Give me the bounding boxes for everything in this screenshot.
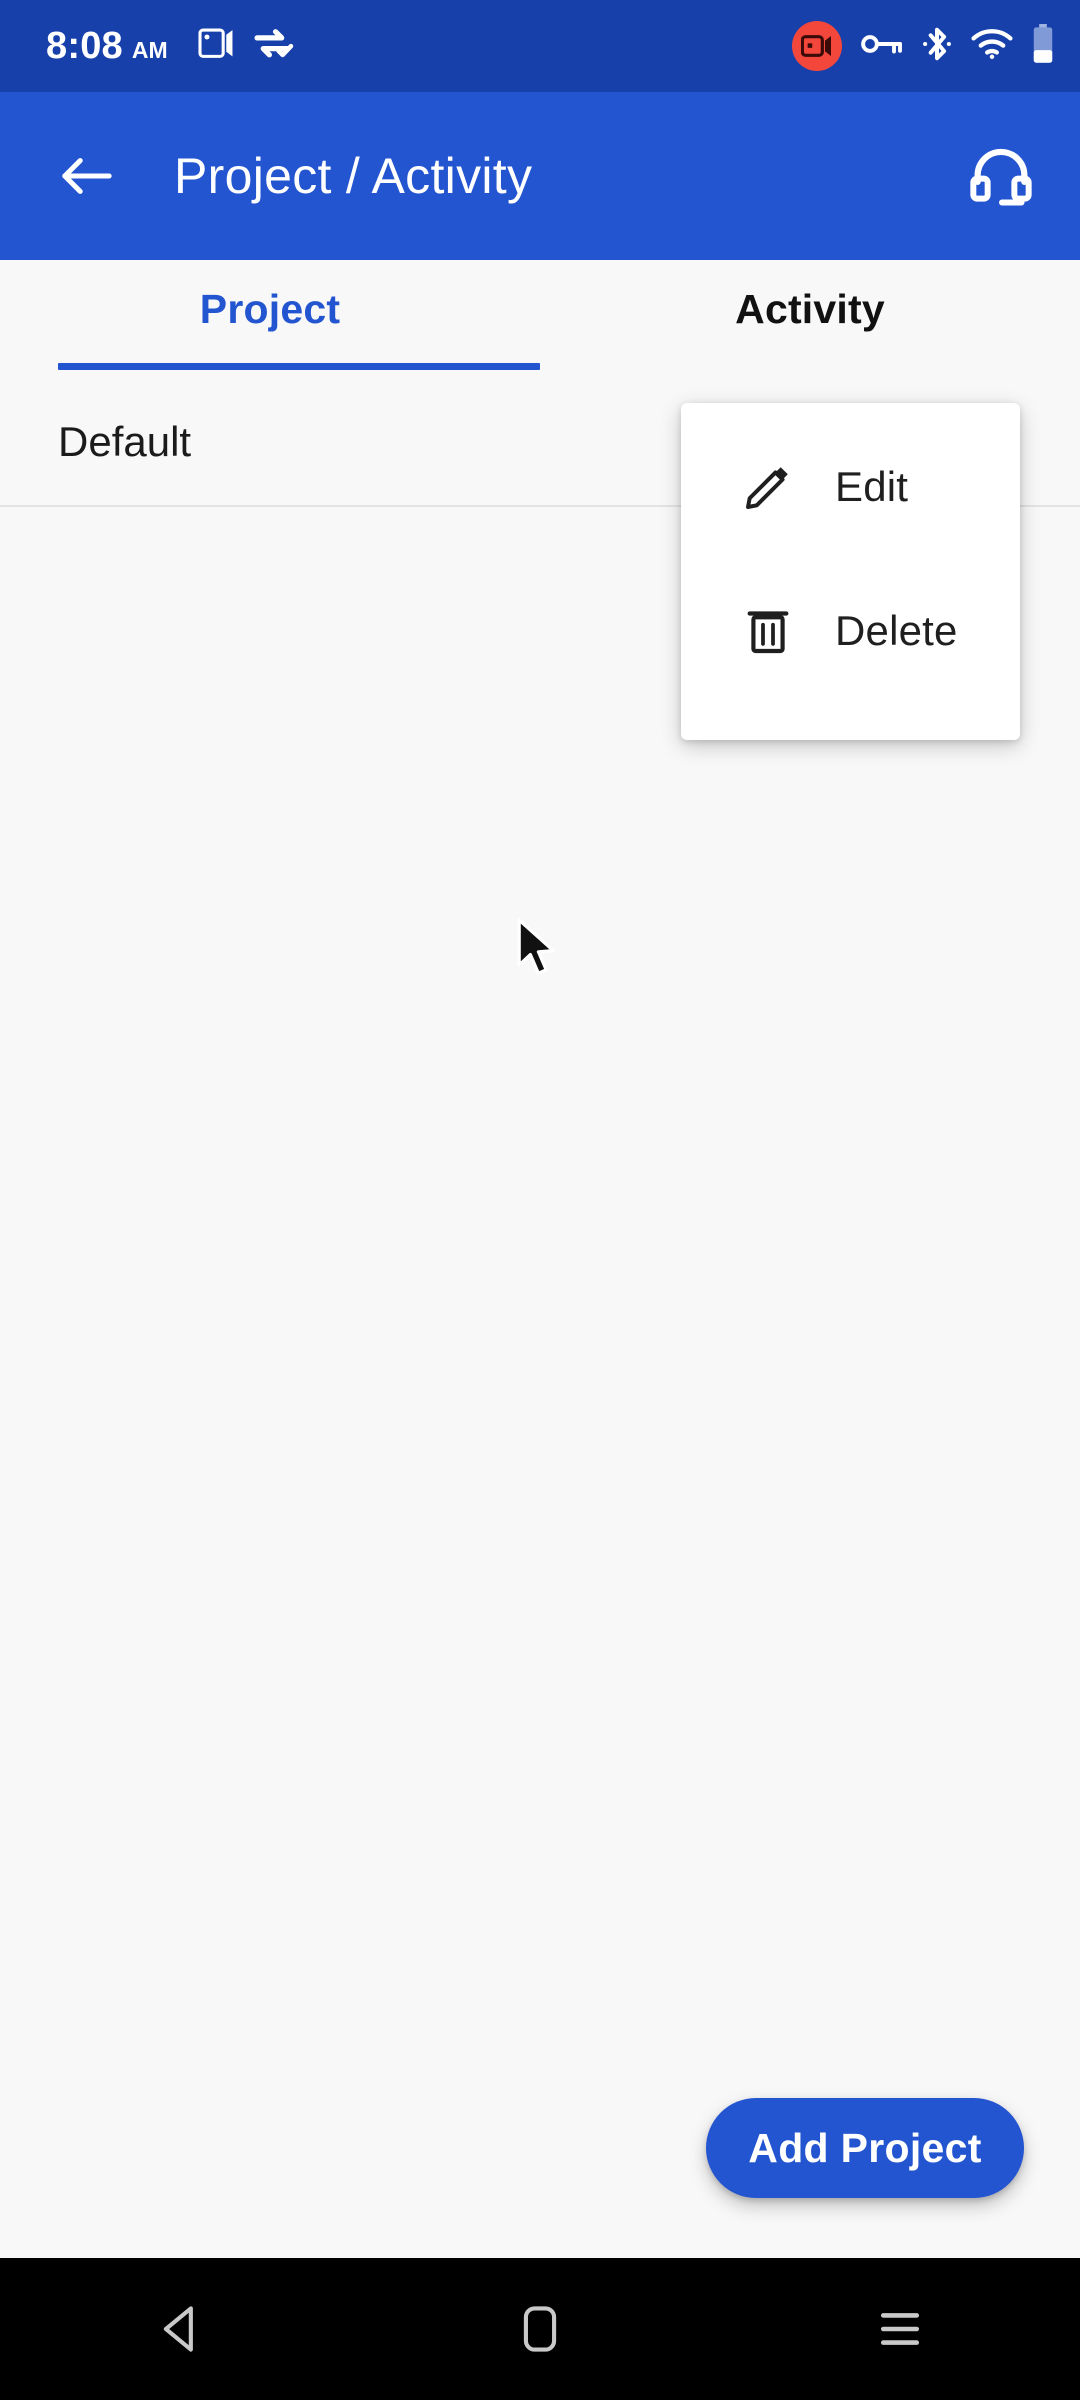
tab-activity-label: Activity (735, 286, 885, 332)
nav-home-button[interactable] (480, 2269, 600, 2389)
bluetooth-icon (922, 25, 952, 68)
system-navigation-bar (0, 2258, 1080, 2400)
trash-icon (739, 606, 797, 656)
headset-icon (970, 148, 1032, 206)
wifi-icon (971, 28, 1013, 65)
add-project-label: Add Project (748, 2124, 982, 2171)
screen-record-icon (792, 21, 842, 71)
battery-icon (1032, 23, 1054, 69)
tab-activity[interactable]: Activity (540, 260, 1080, 378)
tab-bar: Project Activity (0, 260, 1080, 378)
nav-back-button[interactable] (120, 2269, 240, 2389)
status-bar-right-icons (792, 21, 1054, 71)
phone-screen: 8:08 AM Project / Activity Project Activ… (0, 0, 1080, 2400)
tab-project[interactable]: Project (0, 260, 540, 378)
recents-lines-icon (880, 2313, 920, 2345)
home-square-icon (523, 2306, 557, 2352)
screen-cast-icon (198, 27, 236, 66)
tab-active-indicator (58, 363, 540, 370)
pencil-icon (739, 462, 797, 512)
arrow-left-icon (62, 158, 112, 194)
triangle-back-icon (163, 2306, 193, 2352)
page-title: Project / Activity (174, 148, 533, 204)
clock-ampm: AM (131, 36, 168, 63)
status-bar: 8:08 AM (0, 0, 1080, 92)
menu-item-edit-label: Edit (835, 463, 909, 510)
menu-item-edit[interactable]: Edit (681, 415, 1020, 559)
nav-recents-button[interactable] (840, 2269, 960, 2389)
list-item-title: Default (58, 417, 192, 465)
status-bar-left-icons (198, 27, 294, 66)
tab-project-label: Project (199, 286, 341, 332)
status-bar-clock: 8:08 AM (46, 25, 168, 68)
app-bar: Project / Activity (0, 92, 1080, 260)
data-saver-icon (254, 27, 294, 66)
support-button[interactable] (962, 137, 1040, 215)
menu-item-delete-label: Delete (835, 607, 958, 654)
add-project-button[interactable]: Add Project (706, 2098, 1024, 2198)
clock-time: 8:08 (46, 24, 123, 67)
context-menu: Edit Delete (681, 403, 1020, 740)
menu-item-delete[interactable]: Delete (681, 559, 1020, 703)
mouse-cursor (516, 918, 562, 980)
back-button[interactable] (54, 144, 118, 208)
vpn-key-icon (861, 31, 903, 62)
